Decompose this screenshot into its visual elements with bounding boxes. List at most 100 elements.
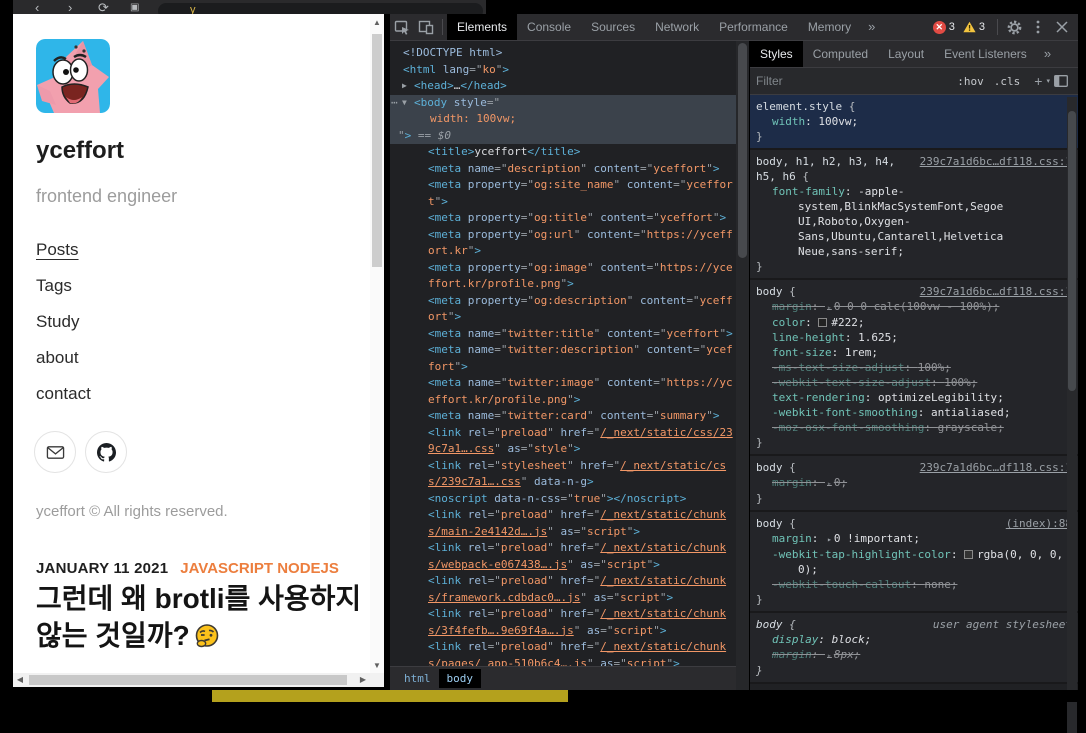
extension-icon[interactable]: ▣	[130, 1, 139, 14]
stylesheet-link[interactable]: 239c7a1d6bc…df118.css:1	[920, 460, 1072, 475]
nav-item-contact[interactable]: contact	[36, 384, 91, 420]
css-rule[interactable]: user agent stylesheetbody {display: bloc…	[750, 613, 1078, 684]
dom-tree-node[interactable]: <meta property="og:url" content="https:/…	[390, 227, 736, 260]
page-vertical-scrollbar[interactable]: ▲ ▼	[370, 14, 384, 673]
css-rule[interactable]: 239c7a1d6bc…df118.css:1body, h1, h2, h3,…	[750, 150, 1078, 280]
scroll-down-icon[interactable]: ▼	[370, 659, 384, 673]
settings-gear-icon[interactable]	[1002, 14, 1026, 40]
css-rule[interactable]: 239c7a1d6bc…df118.css:1body {margin: ▸0 …	[750, 280, 1078, 456]
expand-arrow-icon[interactable]: ▶	[402, 78, 407, 95]
expand-shorthand-icon[interactable]: ▸	[827, 303, 832, 312]
css-declaration[interactable]: -webkit-text-size-adjust: 100%;	[756, 375, 1072, 390]
breadcrumb-body[interactable]: body	[439, 669, 482, 688]
css-declaration[interactable]: line-height: 1.625;	[756, 330, 1072, 345]
dom-tree-node[interactable]: <meta name="twitter:card" content="summa…	[390, 408, 736, 425]
dom-tree-node[interactable]: "> == $0	[390, 128, 736, 145]
dom-tree-node[interactable]: <meta name="description" content="yceffo…	[390, 161, 736, 178]
expand-shorthand-icon[interactable]: ▸	[827, 535, 832, 544]
css-rule[interactable]: element.style {width: 100vw;}	[750, 95, 1078, 150]
elements-scrollbar-thumb[interactable]	[738, 43, 747, 258]
css-declaration[interactable]: font-size: 1rem;	[756, 345, 1072, 360]
dom-tree-node[interactable]: ⋯▼<body style="	[390, 95, 736, 112]
v-scrollbar-thumb[interactable]	[372, 34, 382, 267]
css-declaration[interactable]: display: block;	[756, 632, 1072, 647]
css-rule[interactable]: (index):88body {margin: ▸0 !important;-w…	[750, 512, 1078, 613]
tab-layout[interactable]: Layout	[878, 41, 934, 67]
dom-tree-node[interactable]: <link rel="preload" href="/_next/static/…	[390, 425, 736, 458]
dom-tree-node[interactable]: <meta name="twitter:title" content="ycef…	[390, 326, 736, 343]
scroll-right-icon[interactable]: ▶	[356, 673, 370, 687]
dom-tree-node[interactable]: <link rel="preload" href="/_next/static/…	[390, 540, 736, 573]
expand-shorthand-icon[interactable]: ▸	[827, 479, 832, 488]
dom-tree-node[interactable]: <meta name="twitter:description" content…	[390, 342, 736, 375]
close-devtools-icon[interactable]	[1050, 14, 1074, 40]
collapse-arrow-icon[interactable]: ▼	[402, 95, 407, 112]
tab-memory[interactable]: Memory	[798, 14, 861, 40]
tab-elements[interactable]: Elements	[447, 14, 517, 40]
scroll-up-icon[interactable]: ▲	[370, 16, 384, 30]
dom-tree-node[interactable]: <meta property="og:site_name" content="y…	[390, 177, 736, 210]
css-declaration[interactable]: color: #222;	[756, 315, 1072, 330]
forward-icon[interactable]: ›	[68, 1, 72, 14]
dom-tree-node[interactable]: <html lang="ko">	[390, 62, 736, 79]
inspect-element-icon[interactable]	[390, 14, 414, 40]
css-declaration[interactable]: margin: ▸8px;	[756, 647, 1072, 663]
css-declaration[interactable]: margin: ▸0 !important;	[756, 531, 1072, 547]
nav-item-tags[interactable]: Tags	[36, 276, 91, 312]
nav-item-posts[interactable]: Posts	[36, 240, 91, 276]
breadcrumb-html[interactable]: html	[396, 669, 439, 688]
tab-styles[interactable]: Styles	[750, 41, 803, 67]
css-declaration[interactable]: width: 100vw;	[756, 114, 1072, 129]
mail-link[interactable]	[34, 431, 76, 473]
styles-scrollbar-thumb[interactable]	[1068, 111, 1076, 391]
reload-icon[interactable]: ⟳	[98, 1, 109, 14]
toggle-sidebar-icon[interactable]	[1050, 75, 1072, 87]
back-icon[interactable]: ‹	[35, 1, 39, 14]
css-declaration[interactable]: -webkit-font-smoothing: antialiased;	[756, 405, 1072, 420]
rule-selector[interactable]: element.style {	[756, 99, 1072, 114]
dom-tree-node[interactable]: <meta property="og:image" content="https…	[390, 260, 736, 293]
post-tags[interactable]: JAVASCRIPT NODEJS	[180, 560, 339, 577]
css-declaration[interactable]: -ms-text-size-adjust: 100%;	[756, 360, 1072, 375]
dom-tree-node[interactable]: <link rel="stylesheet" href="/_next/stat…	[390, 458, 736, 491]
node-options-icon[interactable]: ⋯	[391, 95, 397, 112]
dom-tree-node[interactable]: <noscript data-n-css="true"></noscript>	[390, 491, 736, 508]
color-swatch-icon[interactable]	[818, 318, 827, 327]
dom-tree-node[interactable]: <meta name="twitter:image" content="http…	[390, 375, 736, 408]
menu-kebab-icon[interactable]	[1026, 14, 1050, 40]
toggle-cls[interactable]: .cls	[989, 75, 1026, 88]
css-declaration[interactable]: -webkit-touch-callout: none;	[756, 577, 1072, 592]
dom-tree-node[interactable]: <link rel="preload" href="/_next/static/…	[390, 573, 736, 606]
toggle-hov[interactable]: :hov	[952, 75, 989, 88]
css-declaration[interactable]: margin: ▸0;	[756, 475, 1072, 491]
css-declaration[interactable]: -moz-osx-font-smoothing: grayscale;	[756, 420, 1072, 435]
new-style-rule-icon[interactable]: +	[1030, 73, 1046, 89]
stylesheet-link[interactable]: 239c7a1d6bc…df118.css:1	[920, 284, 1072, 299]
tab-event-listeners[interactable]: Event Listeners	[934, 41, 1037, 67]
stylesheet-link[interactable]: 239c7a1d6bc…df118.css:1	[920, 154, 1072, 169]
tab-console[interactable]: Console	[517, 14, 581, 40]
h-scrollbar-thumb[interactable]	[29, 675, 347, 685]
nav-item-study[interactable]: Study	[36, 312, 91, 348]
tab-sources[interactable]: Sources	[581, 14, 645, 40]
page-horizontal-scrollbar[interactable]: ◀ ▶	[13, 673, 384, 687]
nav-item-about[interactable]: about	[36, 348, 91, 384]
dom-tree-node[interactable]: <link rel="preload" href="/_next/static/…	[390, 639, 736, 666]
github-link[interactable]	[85, 431, 127, 473]
more-tabs-icon[interactable]: »	[1037, 41, 1058, 67]
css-declaration[interactable]: -webkit-tap-highlight-color: rgba(0, 0, …	[756, 547, 1072, 577]
css-declaration[interactable]: font-family: -apple-system,BlinkMacSyste…	[756, 184, 1072, 259]
styles-scrollbar[interactable]	[1067, 97, 1077, 733]
expand-shorthand-icon[interactable]: ▸	[827, 651, 832, 660]
error-badge[interactable]: ✕ 3	[933, 21, 955, 34]
address-bar[interactable]: y	[158, 3, 483, 14]
more-tabs-icon[interactable]: »	[861, 14, 882, 40]
dom-tree-node[interactable]: <!DOCTYPE html>	[390, 45, 736, 62]
dom-tree-node[interactable]: <link rel="preload" href="/_next/static/…	[390, 507, 736, 540]
device-toolbar-icon[interactable]	[414, 14, 438, 40]
color-swatch-icon[interactable]	[964, 550, 973, 559]
tab-computed[interactable]: Computed	[803, 41, 878, 67]
css-declaration[interactable]: margin: ▸0 0 0 calc(100vw - 100%);	[756, 299, 1072, 315]
dom-tree-node[interactable]: ▶<head>…</head>	[390, 78, 736, 95]
avatar[interactable]	[36, 39, 110, 113]
